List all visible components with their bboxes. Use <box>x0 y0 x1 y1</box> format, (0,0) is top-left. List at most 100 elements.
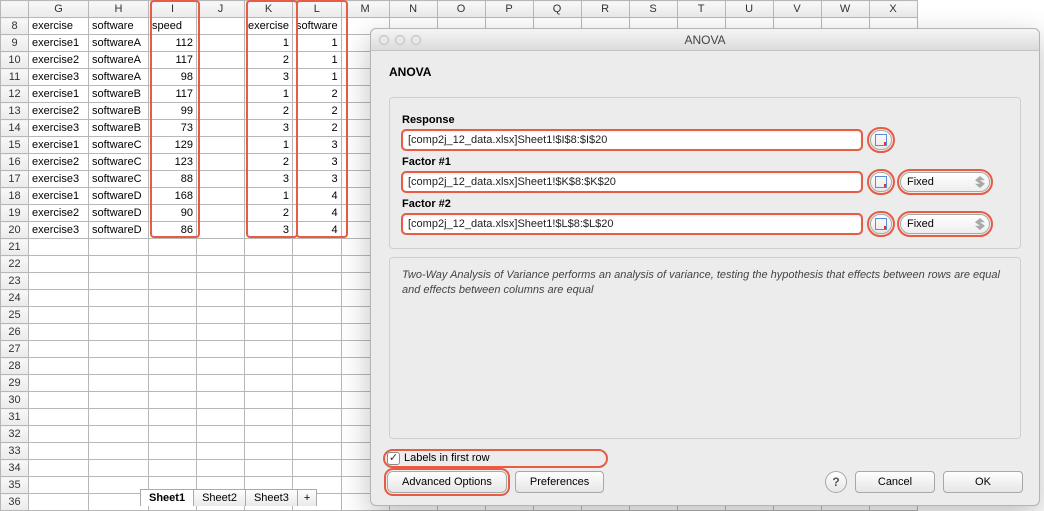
cell[interactable]: 2 <box>245 103 293 120</box>
cell[interactable] <box>29 273 89 290</box>
column-header-G[interactable]: G <box>29 1 89 18</box>
row-header[interactable]: 16 <box>1 154 29 171</box>
cell[interactable] <box>149 290 197 307</box>
factor1-type-select[interactable]: Fixed <box>900 172 990 192</box>
cell[interactable]: exercise1 <box>29 35 89 52</box>
cell[interactable] <box>293 307 342 324</box>
cell[interactable] <box>245 256 293 273</box>
cell[interactable] <box>245 239 293 256</box>
cell[interactable]: 73 <box>149 120 197 137</box>
cell[interactable]: 4 <box>293 188 342 205</box>
cell[interactable]: 1 <box>245 35 293 52</box>
row-header[interactable]: 17 <box>1 171 29 188</box>
cell[interactable] <box>89 256 149 273</box>
cell[interactable]: 86 <box>149 222 197 239</box>
cell[interactable] <box>149 443 197 460</box>
cell[interactable]: 1 <box>293 52 342 69</box>
cell[interactable] <box>149 324 197 341</box>
cell[interactable] <box>89 375 149 392</box>
sheet-tab-3[interactable]: Sheet3 <box>245 489 298 506</box>
cell[interactable]: software <box>89 18 149 35</box>
cell[interactable] <box>197 35 245 52</box>
sheet-tab-1[interactable]: Sheet1 <box>140 489 194 506</box>
labels-in-first-row-checkbox[interactable]: Labels in first row <box>387 452 604 465</box>
column-header-S[interactable]: S <box>629 1 677 18</box>
cell[interactable]: speed <box>149 18 197 35</box>
cell[interactable]: exercise <box>29 18 89 35</box>
column-header-R[interactable]: R <box>581 1 629 18</box>
cell[interactable] <box>293 239 342 256</box>
cell[interactable]: 99 <box>149 103 197 120</box>
cell[interactable] <box>149 256 197 273</box>
cell[interactable] <box>197 307 245 324</box>
row-header[interactable]: 28 <box>1 358 29 375</box>
cell[interactable] <box>149 341 197 358</box>
row-header[interactable]: 12 <box>1 86 29 103</box>
column-header-O[interactable]: O <box>437 1 485 18</box>
cell[interactable] <box>245 358 293 375</box>
column-header-N[interactable]: N <box>389 1 437 18</box>
column-header-M[interactable]: M <box>341 1 389 18</box>
cell[interactable]: softwareD <box>89 222 149 239</box>
cell[interactable] <box>29 460 89 477</box>
cell[interactable] <box>245 460 293 477</box>
cell[interactable]: 90 <box>149 205 197 222</box>
row-header[interactable]: 20 <box>1 222 29 239</box>
column-header-T[interactable]: T <box>677 1 725 18</box>
cell[interactable] <box>89 290 149 307</box>
cell[interactable]: 3 <box>245 171 293 188</box>
cell[interactable]: 98 <box>149 69 197 86</box>
row-header[interactable]: 34 <box>1 460 29 477</box>
cell[interactable]: 4 <box>293 205 342 222</box>
cell[interactable] <box>149 409 197 426</box>
row-header[interactable]: 31 <box>1 409 29 426</box>
cell[interactable]: 112 <box>149 35 197 52</box>
cell[interactable] <box>293 256 342 273</box>
cell[interactable] <box>29 477 89 494</box>
cell[interactable]: softwareC <box>89 154 149 171</box>
row-header[interactable]: 21 <box>1 239 29 256</box>
cell[interactable] <box>149 426 197 443</box>
cell[interactable] <box>293 290 342 307</box>
cell[interactable] <box>149 239 197 256</box>
cell[interactable] <box>245 426 293 443</box>
cell[interactable] <box>245 273 293 290</box>
row-header[interactable]: 14 <box>1 120 29 137</box>
cell[interactable] <box>29 290 89 307</box>
factor2-type-select[interactable]: Fixed <box>900 214 990 234</box>
cell[interactable]: exercise2 <box>29 154 89 171</box>
cell[interactable]: software <box>293 18 342 35</box>
cell[interactable] <box>29 324 89 341</box>
cell[interactable]: softwareC <box>89 171 149 188</box>
cell[interactable] <box>293 375 342 392</box>
dialog-titlebar[interactable]: ANOVA <box>371 29 1039 51</box>
cell[interactable] <box>89 307 149 324</box>
cell[interactable]: softwareB <box>89 86 149 103</box>
cell[interactable] <box>245 409 293 426</box>
cell[interactable]: 1 <box>245 137 293 154</box>
sheet-tab-add[interactable]: + <box>297 489 317 506</box>
cell[interactable] <box>149 375 197 392</box>
ok-button[interactable]: OK <box>943 471 1023 493</box>
cell[interactable]: 2 <box>245 205 293 222</box>
cell[interactable] <box>293 443 342 460</box>
column-header-U[interactable]: U <box>725 1 773 18</box>
cell[interactable]: softwareA <box>89 35 149 52</box>
cell[interactable] <box>89 426 149 443</box>
cell[interactable]: 123 <box>149 154 197 171</box>
column-header-H[interactable]: H <box>89 1 149 18</box>
cell[interactable] <box>197 460 245 477</box>
cell[interactable]: exercise2 <box>29 103 89 120</box>
cell[interactable]: softwareA <box>89 69 149 86</box>
cell[interactable] <box>197 324 245 341</box>
column-header-X[interactable]: X <box>869 1 917 18</box>
cell[interactable]: softwareB <box>89 120 149 137</box>
row-header[interactable]: 24 <box>1 290 29 307</box>
cell[interactable] <box>29 426 89 443</box>
cell[interactable] <box>197 137 245 154</box>
row-header[interactable]: 32 <box>1 426 29 443</box>
cell[interactable] <box>197 409 245 426</box>
cell[interactable] <box>29 409 89 426</box>
cell[interactable] <box>197 103 245 120</box>
cell[interactable] <box>29 341 89 358</box>
